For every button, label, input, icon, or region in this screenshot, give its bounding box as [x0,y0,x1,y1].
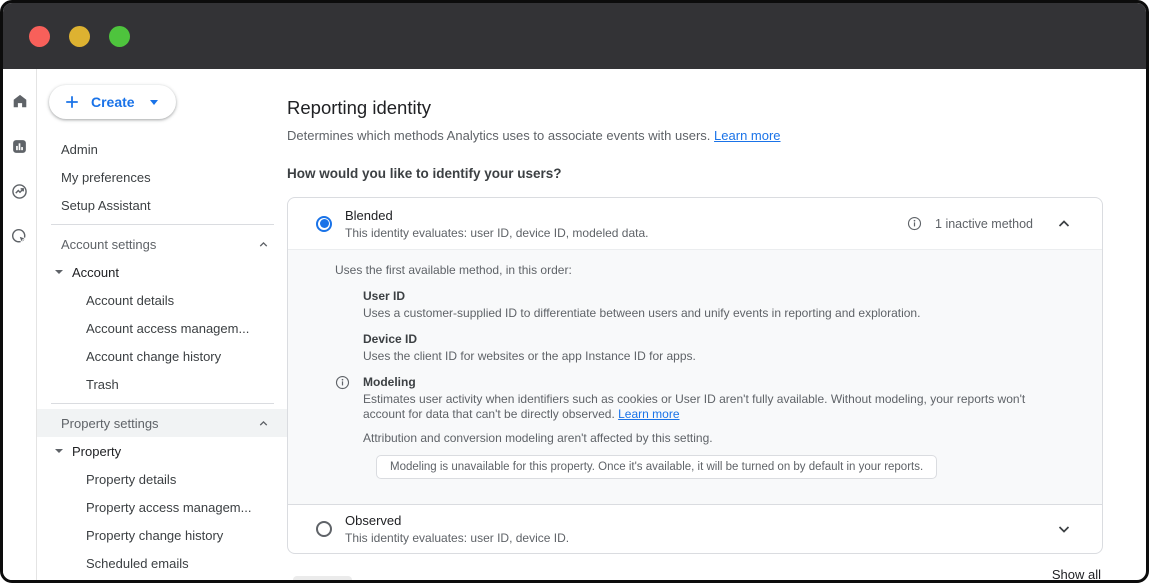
method-description: Uses a customer-supplied ID to different… [363,306,1068,321]
observed-option-texts: Observed This identity evaluates: user I… [345,513,569,545]
inactive-method-badge: 1 inactive method [935,217,1033,231]
explore-icon[interactable] [10,226,30,246]
expand-observed-button[interactable] [1056,521,1072,537]
method-description: Estimates user activity when identifiers… [363,392,1068,422]
subtitle-text: Determines which methods Analytics uses … [287,128,710,143]
chevron-down-icon [1056,521,1072,537]
sidebar-section-property-settings[interactable]: Property settings [37,409,287,437]
sidebar-item-account-details[interactable]: Account details [37,286,287,314]
modeling-footnote: Attribution and conversion modeling aren… [363,431,1078,446]
method-description: Uses the client ID for websites or the a… [363,349,1068,364]
section-title: Property settings [61,416,159,431]
group-label: Property [72,444,121,459]
create-button-label: Create [91,94,135,110]
sidebar-group-property[interactable]: Property [37,437,287,465]
show-all-link[interactable]: Show all [1052,567,1101,582]
triangle-down-icon [55,270,63,274]
app-window: Create Admin My preferences Setup Assist… [0,0,1149,583]
methods-list: User ID Uses a customer-supplied ID to d… [363,289,1078,479]
group-label: Account [72,265,119,280]
plus-icon [64,94,80,110]
blended-radio[interactable] [316,216,332,232]
admin-sidebar: Create Admin My preferences Setup Assist… [37,69,287,580]
info-icon [335,375,350,395]
sidebar-item-setup-assistant[interactable]: Setup Assistant [37,191,287,219]
modeling-description-text: Estimates user activity when identifiers… [363,392,1025,421]
app-body: Create Admin My preferences Setup Assist… [3,69,1146,580]
method-name: Modeling [363,375,1078,389]
titlebar [3,3,1146,69]
nav-rail [3,69,37,580]
zoom-window-button[interactable] [109,26,130,47]
sidebar-group-account[interactable]: Account [37,258,287,286]
radio-dot [320,219,329,228]
form-actions: Save Cancel [293,576,416,583]
triangle-down-icon [55,449,63,453]
caret-down-icon [150,100,158,105]
advertising-icon[interactable] [10,181,30,201]
method-modeling: Modeling Estimates user activity when id… [363,375,1078,479]
sidebar-item-trash[interactable]: Trash [37,370,287,398]
close-window-button[interactable] [29,26,50,47]
modeling-unavailable-note: Modeling is unavailable for this propert… [376,455,937,479]
reports-icon[interactable] [10,136,30,156]
method-name: User ID [363,289,1078,303]
observed-label: Observed [345,513,569,528]
identity-options-card: Blended This identity evaluates: user ID… [287,197,1103,554]
method-user-id: User ID Uses a customer-supplied ID to d… [363,289,1078,321]
blended-details-panel: Uses the first available method, in this… [288,249,1102,504]
collapse-blended-button[interactable] [1056,216,1072,232]
create-button[interactable]: Create [49,85,176,119]
sidebar-item-scheduled-emails[interactable]: Scheduled emails [37,549,287,577]
blended-header-right: 1 inactive method [907,216,1072,232]
methods-intro: Uses the first available method, in this… [335,263,1078,278]
sidebar-divider [51,403,274,404]
sidebar-item-admin[interactable]: Admin [37,135,287,163]
sidebar-item-account-access-management[interactable]: Account access managem... [37,314,287,342]
sidebar-item-my-preferences[interactable]: My preferences [37,163,287,191]
observed-option-header[interactable]: Observed This identity evaluates: user I… [288,504,1102,553]
home-icon[interactable] [10,91,30,111]
sidebar-item-property-access-management[interactable]: Property access managem... [37,493,287,521]
page-subtitle: Determines which methods Analytics uses … [287,128,1103,143]
identity-question: How would you like to identify your user… [287,166,1103,181]
sidebar-item-account-change-history[interactable]: Account change history [37,342,287,370]
blended-option-texts: Blended This identity evaluates: user ID… [345,208,649,240]
sidebar-divider [51,224,274,225]
observed-header-right [1046,521,1072,537]
method-name: Device ID [363,332,1078,346]
chevron-up-icon [257,238,270,251]
blended-option-header[interactable]: Blended This identity evaluates: user ID… [288,198,1102,249]
chevron-up-icon [257,417,270,430]
save-button[interactable]: Save [293,576,352,583]
sidebar-item-property-change-history[interactable]: Property change history [37,521,287,549]
observed-radio[interactable] [316,521,332,537]
page-title: Reporting identity [287,97,1103,119]
chevron-up-icon [1056,216,1072,232]
page-footer: Show all Save Cancel [287,554,1103,583]
blended-description: This identity evaluates: user ID, device… [345,226,649,240]
observed-description: This identity evaluates: user ID, device… [345,531,569,545]
learn-more-link[interactable]: Learn more [714,128,780,143]
modeling-learn-more-link[interactable]: Learn more [618,407,679,421]
main-content: Reporting identity Determines which meth… [287,69,1146,580]
section-title: Account settings [61,237,156,252]
info-icon [907,216,922,231]
blended-label: Blended [345,208,649,223]
minimize-window-button[interactable] [69,26,90,47]
sidebar-section-account-settings[interactable]: Account settings [37,230,287,258]
method-device-id: Device ID Uses the client ID for website… [363,332,1078,364]
sidebar-item-property-details[interactable]: Property details [37,465,287,493]
